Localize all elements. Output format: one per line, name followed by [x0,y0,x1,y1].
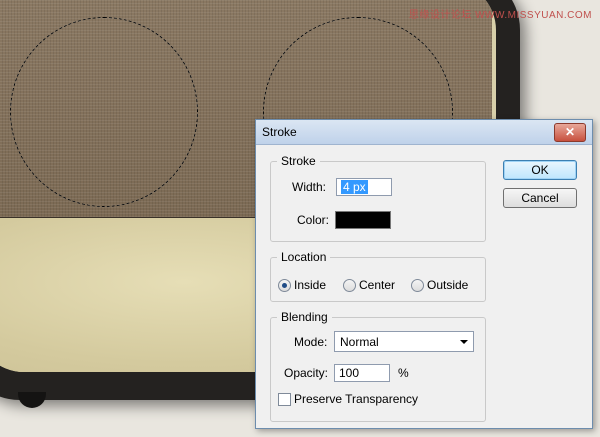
color-swatch[interactable] [335,211,391,229]
preserve-transparency-checkbox[interactable] [278,393,291,406]
speaker-foot [18,392,46,408]
preserve-transparency-label[interactable]: Preserve Transparency [294,392,418,406]
opacity-field[interactable]: 100 [334,364,390,382]
radio-outside-label[interactable]: Outside [427,278,468,292]
width-value: 4 px [341,180,368,194]
location-group: Location [270,250,486,302]
color-label: Color: [297,213,330,227]
mode-label: Mode: [294,335,328,349]
ok-button[interactable]: OK [503,160,577,180]
opacity-label: Opacity: [284,366,329,380]
opacity-value: 100 [339,366,360,380]
selection-circle-left [10,17,198,207]
radio-inside-label[interactable]: Inside [294,278,326,292]
blending-group-legend: Blending [281,310,328,324]
radio-center[interactable] [343,279,356,292]
stroke-group-legend: Stroke [281,154,316,168]
cancel-button[interactable]: Cancel [503,188,577,208]
dialog-titlebar: Stroke ✕ [256,120,592,145]
radio-center-label[interactable]: Center [359,278,395,292]
radio-inside[interactable] [278,279,291,292]
close-icon[interactable]: ✕ [554,123,586,142]
chevron-down-icon [460,340,468,344]
location-group-legend: Location [281,250,327,264]
width-label: Width: [292,180,327,194]
mode-select[interactable]: Normal [334,331,474,352]
dialog-title: Stroke [262,125,297,139]
width-field[interactable]: 4 px [336,178,392,196]
watermark: 思缘设计论坛 WWW.MISSYUAN.COM [408,10,592,21]
stroke-dialog: Stroke ✕ Stroke Width: 4 px Color: Locat… [255,119,593,429]
radio-outside[interactable] [411,279,424,292]
opacity-unit: % [398,366,409,380]
mode-value: Normal [340,335,379,349]
